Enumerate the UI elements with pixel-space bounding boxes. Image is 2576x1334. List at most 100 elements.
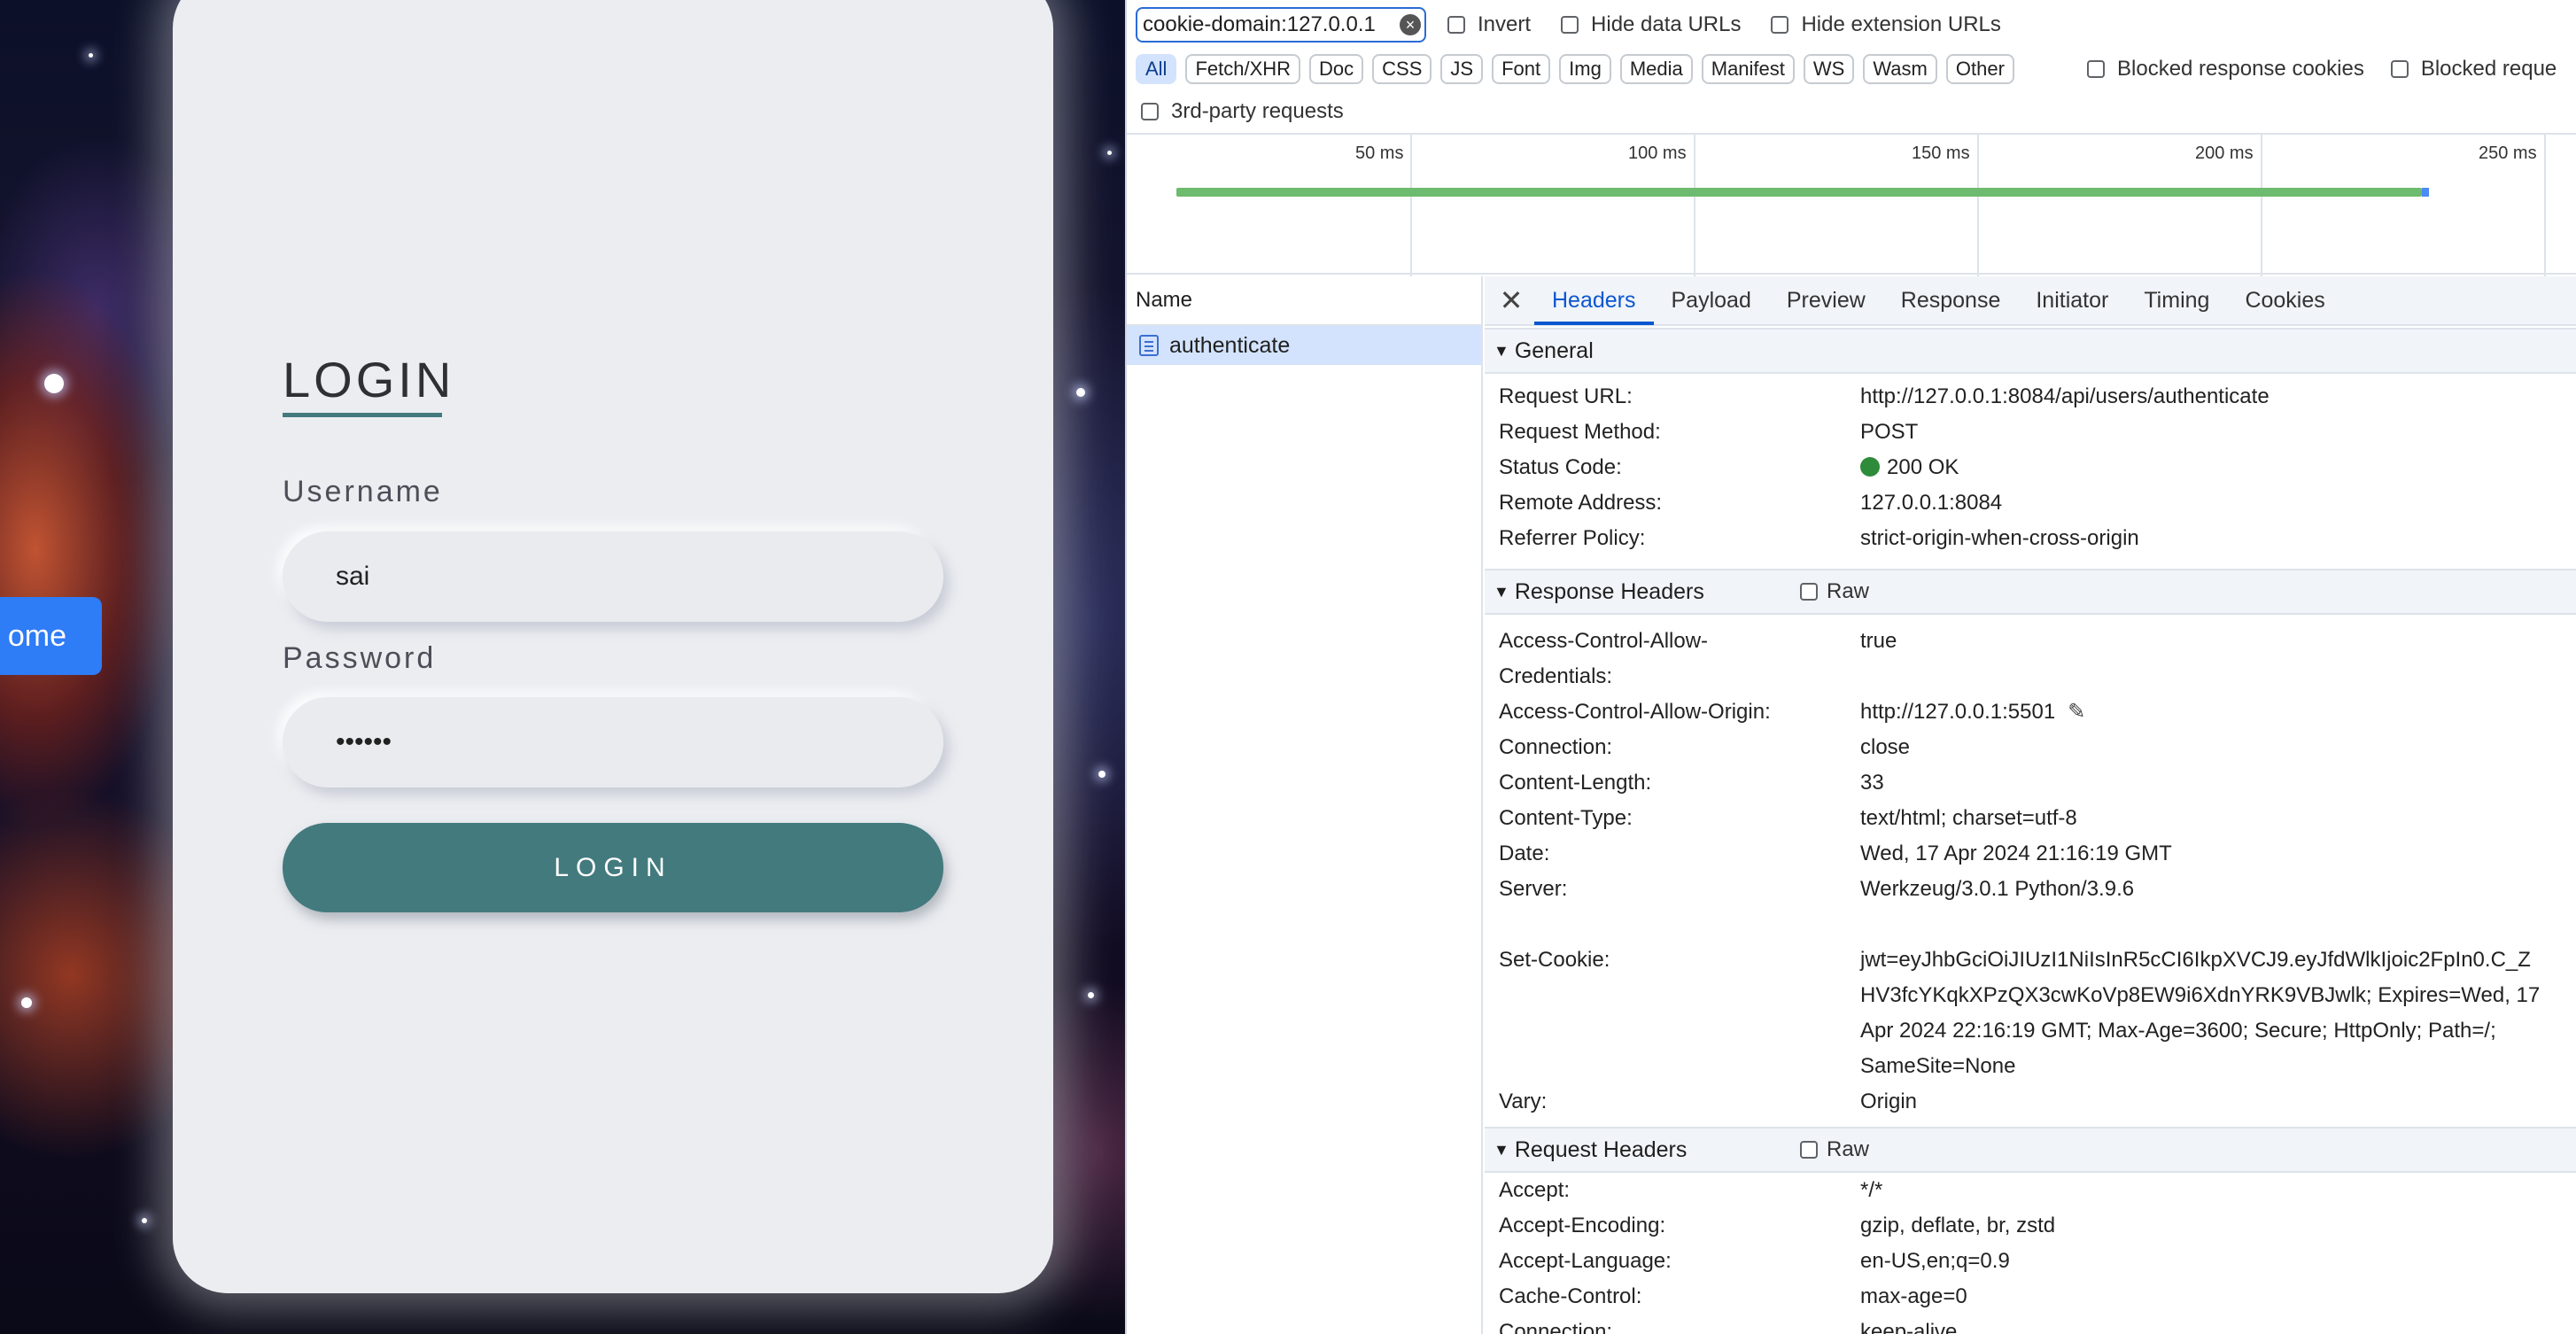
filter-chip-js[interactable]: JS (1440, 54, 1484, 84)
request-list: Name authenticate (1127, 276, 1483, 1334)
blocked-requests-checkbox[interactable]: Blocked reque (2390, 57, 2557, 81)
tab-payload[interactable]: Payload (1654, 275, 1769, 325)
request-row-authenticate[interactable]: authenticate (1127, 326, 1481, 365)
response-raw-checkbox[interactable]: Raw (1800, 579, 1869, 604)
tick-label: 200 ms (2195, 143, 2254, 163)
header-value: text/html; charset=utf-8 (1860, 806, 2077, 830)
tick-line (1694, 135, 1695, 276)
filter-chip-other[interactable]: Other (1945, 54, 2014, 84)
tick-line (1410, 135, 1412, 276)
filter-chip-img[interactable]: Img (1559, 54, 1611, 84)
filter-chip-wasm[interactable]: Wasm (1863, 54, 1937, 84)
screen: ome LOGIN Username sai Password •••••• L… (0, 0, 2576, 1334)
home-button[interactable]: ome (0, 597, 102, 675)
blocked-response-cookies-checkbox[interactable]: Blocked response cookies (2087, 57, 2364, 81)
general-title: General (1514, 337, 1594, 363)
title-underline (283, 413, 442, 417)
request-raw-checkbox[interactable]: Raw (1800, 1137, 1869, 1162)
devtools-network-panel: cookie-domain:127.0.0.1 × Invert Hide da… (1125, 0, 2576, 1334)
waterfall-overview[interactable]: 50 ms 100 ms 150 ms 200 ms 250 ms (1127, 133, 2576, 276)
status-ok-dot-icon (1860, 456, 1880, 477)
password-input[interactable]: •••••• (283, 697, 943, 787)
invert-checkbox[interactable]: Invert (1447, 12, 1531, 37)
header-key: Access-Control-Allow- (1499, 629, 1709, 653)
hide-extension-urls-checkbox[interactable]: Hide extension URLs (1771, 12, 2001, 37)
header-value: close (1860, 735, 1911, 759)
header-value: 33 (1860, 771, 1884, 795)
tick-label: 50 ms (1355, 143, 1404, 163)
username-input[interactable]: sai (283, 531, 943, 622)
tab-response[interactable]: Response (1883, 275, 2019, 325)
close-icon[interactable]: ✕ (1494, 283, 1529, 317)
third-party-checkbox[interactable]: 3rd-party requests (1141, 99, 1344, 124)
password-label: Password (283, 641, 437, 675)
response-headers-title: Response Headers (1514, 578, 1704, 604)
header-key: Accept: (1499, 1178, 1571, 1202)
filter-chip-font[interactable]: Font (1492, 54, 1551, 84)
request-name: authenticate (1169, 332, 1291, 358)
invert-label: Invert (1478, 12, 1532, 36)
filter-chip-media[interactable]: Media (1619, 54, 1693, 84)
filter-value: cookie-domain:127.0.0.1 (1143, 12, 1376, 36)
header-key: Date: (1499, 842, 1550, 865)
request-headers-title: Request Headers (1514, 1136, 1688, 1162)
tick-line (1977, 135, 1979, 276)
login-page: ome LOGIN Username sai Password •••••• L… (0, 0, 1125, 1334)
type-filter-bar: All Fetch/XHR Doc CSS JS Font Img Media Manifest… (1136, 53, 2023, 85)
header-key: Cache-Control: (1499, 1284, 1642, 1308)
header-key: Content-Length: (1499, 771, 1652, 795)
filter-chip-css[interactable]: CSS (1372, 54, 1432, 84)
edit-pencil-icon[interactable]: ✎ (2068, 694, 2085, 730)
login-button[interactable]: LOGIN (283, 823, 943, 912)
request-timing-end (2422, 188, 2429, 197)
tab-timing[interactable]: Timing (2126, 275, 2227, 325)
header-key: Connection: (1499, 735, 1613, 759)
header-value: jwt=eyJhbGciOiJIUzI1NiIsInR5cCI6IkpXVCJ9… (1860, 948, 2541, 1078)
third-party-label: 3rd-party requests (1171, 99, 1344, 123)
name-column-header[interactable]: Name (1127, 276, 1481, 326)
header-value: Origin (1860, 1090, 1918, 1113)
header-key: Set-Cookie: (1499, 948, 1610, 972)
response-headers-section-header[interactable]: ▼ Response Headers Raw (1485, 569, 2576, 615)
header-value: Werkzeug/3.0.1 Python/3.9.6 (1860, 877, 2135, 901)
filter-input[interactable]: cookie-domain:127.0.0.1 × (1136, 7, 1426, 43)
header-value: POST (1860, 420, 1919, 444)
header-key: Access-Control-Allow-Origin: (1499, 700, 1771, 724)
tab-cookies[interactable]: Cookies (2227, 275, 2342, 325)
tick-line (2261, 135, 2262, 276)
raw-label: Raw (1827, 1137, 1870, 1161)
header-key: Server: (1499, 877, 1568, 901)
tick-label: 250 ms (2479, 143, 2537, 163)
tab-preview[interactable]: Preview (1769, 275, 1883, 325)
clear-filter-icon[interactable]: × (1400, 14, 1421, 35)
tab-initiator[interactable]: Initiator (2018, 275, 2126, 325)
header-key: Vary: (1499, 1090, 1548, 1113)
header-value: http://127.0.0.1:5501 ✎ (1860, 694, 2569, 730)
collapse-triangle-icon: ▼ (1494, 1140, 1509, 1159)
header-key: Request Method: (1499, 420, 1661, 444)
tick-line (2544, 135, 2546, 276)
header-value: keep-alive (1860, 1320, 1958, 1334)
general-section-header[interactable]: ▼ General (1485, 328, 2576, 374)
tab-headers[interactable]: Headers (1534, 275, 1654, 325)
header-key: Connection: (1499, 1320, 1613, 1334)
header-key: Remote Address: (1499, 491, 1663, 515)
header-value: en-US,en;q=0.9 (1860, 1249, 2010, 1273)
filter-chip-all[interactable]: All (1136, 54, 1177, 84)
header-value: http://127.0.0.1:8084/api/users/authenti… (1860, 384, 2270, 408)
request-headers-section-header[interactable]: ▼ Request Headers Raw (1485, 1127, 2576, 1173)
filter-chip-doc[interactable]: Doc (1309, 54, 1364, 84)
blocked-response-cookies-label: Blocked response cookies (2117, 57, 2364, 81)
username-label: Username (283, 475, 443, 508)
header-value: */* (1860, 1178, 1883, 1202)
filter-chip-fetch-xhr[interactable]: Fetch/XHR (1185, 54, 1301, 84)
tick-label: 150 ms (1912, 143, 1970, 163)
filter-chip-ws[interactable]: WS (1803, 54, 1855, 84)
filter-chip-manifest[interactable]: Manifest (1701, 54, 1795, 84)
login-title: LOGIN (283, 352, 455, 407)
header-value: true (1860, 629, 1897, 653)
details-tab-bar: ✕ Headers Payload Preview Response Initiator… (1485, 276, 2576, 326)
hide-data-urls-checkbox[interactable]: Hide data URLs (1561, 12, 1741, 37)
header-value: 200 OK (1860, 450, 2569, 485)
header-value: strict-origin-when-cross-origin (1860, 526, 2139, 550)
